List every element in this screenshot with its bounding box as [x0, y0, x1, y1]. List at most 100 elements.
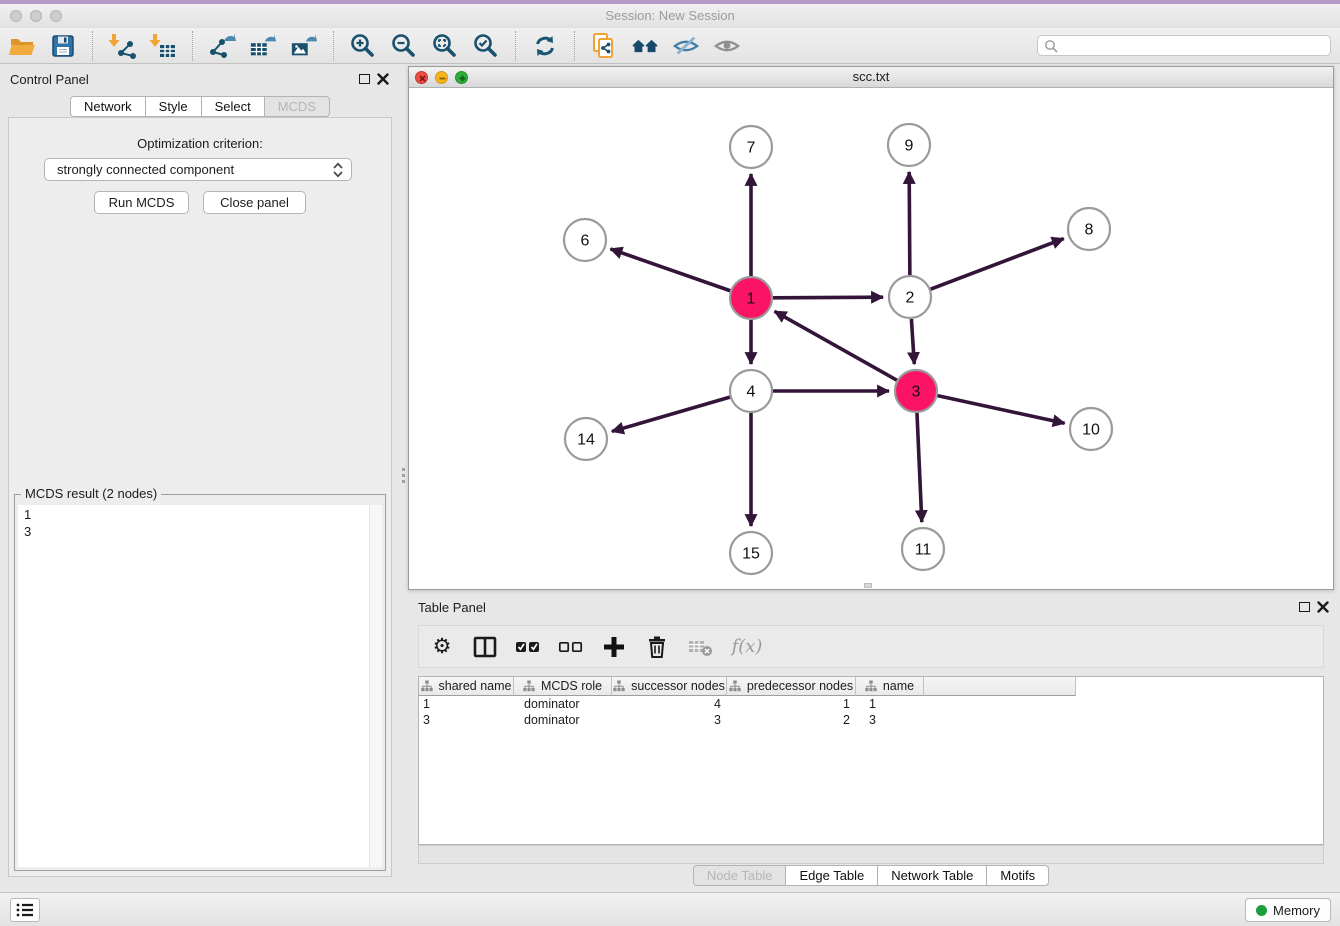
- tab-network[interactable]: Network: [70, 96, 146, 117]
- graph-edge-2-8[interactable]: [931, 239, 1064, 290]
- zoom-out-icon[interactable]: [390, 32, 418, 60]
- delete-table-icon[interactable]: [687, 634, 713, 660]
- clone-network-icon[interactable]: [590, 32, 618, 60]
- graph-node-7[interactable]: 7: [730, 126, 772, 168]
- task-history-button[interactable]: [10, 898, 40, 922]
- hide-panel-eye-icon[interactable]: [672, 32, 700, 60]
- table-cell[interactable]: dominator: [514, 713, 612, 727]
- column-header-MCDS-role[interactable]: MCDS role: [514, 677, 612, 696]
- table-settings-icon[interactable]: ⚙: [429, 634, 455, 660]
- memory-button[interactable]: Memory: [1245, 898, 1331, 922]
- open-session-icon[interactable]: [8, 32, 36, 60]
- column-sort-icon: [523, 680, 535, 692]
- refresh-view-icon[interactable]: [531, 32, 559, 60]
- export-table-icon[interactable]: [249, 32, 277, 60]
- control-panel-close-icon[interactable]: [377, 73, 389, 85]
- show-all-networks-icon[interactable]: [631, 32, 659, 60]
- table-panel-close-icon[interactable]: [1317, 601, 1329, 613]
- import-table-icon[interactable]: [149, 32, 177, 60]
- show-panel-eye-icon[interactable]: [713, 32, 741, 60]
- zoom-in-icon[interactable]: [349, 32, 377, 60]
- graph-edge-1-2[interactable]: [773, 297, 883, 298]
- table-cell[interactable]: 4: [612, 697, 727, 711]
- column-header-predecessor-nodes[interactable]: predecessor nodes: [727, 677, 856, 696]
- close-panel-button[interactable]: Close panel: [203, 191, 306, 214]
- list-icon: [15, 901, 35, 919]
- window-title: Session: New Session: [0, 8, 1340, 23]
- graph-node-14[interactable]: 14: [565, 418, 607, 460]
- graph-node-15[interactable]: 15: [730, 532, 772, 574]
- graph-node-11[interactable]: 11: [902, 528, 944, 570]
- control-panel-float-icon[interactable]: [359, 74, 370, 84]
- network-canvas[interactable]: 7 9 6 8 1 2 4 3 14 10 15 11: [409, 88, 1333, 589]
- deselect-all-icon[interactable]: [558, 634, 584, 660]
- column-header-successor-nodes[interactable]: successor nodes: [612, 677, 727, 696]
- table-cell[interactable]: 1: [727, 697, 856, 711]
- node-table: shared nameMCDS rolesuccessor nodesprede…: [418, 676, 1324, 845]
- mcds-result-box: MCDS result (2 nodes) 13: [14, 494, 386, 871]
- tab-network-table[interactable]: Network Table: [877, 865, 987, 886]
- table-panel-float-icon[interactable]: [1299, 602, 1310, 612]
- mcds-result-list[interactable]: 13: [18, 505, 369, 867]
- graph-node-10[interactable]: 10: [1070, 408, 1112, 450]
- search-box[interactable]: [1037, 35, 1331, 56]
- graph-node-6[interactable]: 6: [564, 219, 606, 261]
- table-row[interactable]: 3dominator323: [419, 712, 1323, 728]
- table-horizontal-scrollbar[interactable]: [418, 845, 1324, 864]
- graph-node-1[interactable]: 1: [730, 277, 772, 319]
- table-cell[interactable]: 3: [612, 713, 727, 727]
- graph-edge-2-9[interactable]: [909, 172, 910, 275]
- table-cell[interactable]: 2: [727, 713, 856, 727]
- table-cell[interactable]: 3: [419, 713, 514, 727]
- graph-edge-3-11[interactable]: [917, 413, 922, 522]
- network-resize-handle[interactable]: [864, 583, 872, 588]
- export-network-icon[interactable]: [208, 32, 236, 60]
- tab-mcds[interactable]: MCDS: [264, 96, 330, 117]
- graph-edge-3-1[interactable]: [775, 311, 897, 380]
- table-cell[interactable]: dominator: [514, 697, 612, 711]
- graph-node-2[interactable]: 2: [889, 276, 931, 318]
- import-network-icon[interactable]: [108, 32, 136, 60]
- criterion-select[interactable]: strongly connected component: [44, 158, 352, 181]
- mcds-result-scrollbar[interactable]: [369, 505, 382, 867]
- graph-edge-2-3[interactable]: [911, 319, 914, 364]
- graph-edge-1-6[interactable]: [610, 249, 730, 291]
- zoom-selected-icon[interactable]: [472, 32, 500, 60]
- delete-row-icon[interactable]: [644, 634, 670, 660]
- zoom-fit-icon[interactable]: [431, 32, 459, 60]
- column-sort-icon: [613, 680, 625, 692]
- graph-edge-4-14[interactable]: [612, 397, 730, 431]
- toolbar-separator: [192, 31, 193, 61]
- tab-edge-table[interactable]: Edge Table: [785, 865, 878, 886]
- columns-icon[interactable]: [472, 634, 498, 660]
- node-label: 4: [747, 384, 756, 401]
- tab-motifs[interactable]: Motifs: [986, 865, 1049, 886]
- panel-divider-handle[interactable]: [400, 462, 407, 488]
- table-panel-tabs: Node TableEdge TableNetwork TableMotifs: [408, 865, 1334, 887]
- tab-style[interactable]: Style: [145, 96, 202, 117]
- column-header-shared-name[interactable]: shared name: [419, 677, 514, 696]
- save-session-icon[interactable]: [49, 32, 77, 60]
- graph-node-3[interactable]: 3: [895, 370, 937, 412]
- table-cell[interactable]: 1: [419, 697, 514, 711]
- search-input[interactable]: [1058, 37, 1330, 54]
- apply-function-icon[interactable]: f(x): [730, 634, 764, 660]
- network-window-titlebar[interactable]: scc.txt: [409, 67, 1333, 88]
- table-row[interactable]: 1dominator411: [419, 696, 1323, 712]
- run-mcds-button[interactable]: Run MCDS: [94, 191, 189, 214]
- graph-node-4[interactable]: 4: [730, 370, 772, 412]
- graph-node-9[interactable]: 9: [888, 124, 930, 166]
- table-cell[interactable]: 3: [856, 713, 924, 727]
- tab-select[interactable]: Select: [201, 96, 265, 117]
- export-image-icon[interactable]: [290, 32, 318, 60]
- select-all-icon[interactable]: [515, 634, 541, 660]
- column-sort-icon: [729, 680, 741, 692]
- column-header-name[interactable]: name: [856, 677, 924, 696]
- table-cell[interactable]: 1: [856, 697, 924, 711]
- graph-node-8[interactable]: 8: [1068, 208, 1110, 250]
- node-label: 11: [915, 542, 932, 559]
- add-row-icon[interactable]: [601, 634, 627, 660]
- tab-node-table[interactable]: Node Table: [693, 865, 787, 886]
- graph-edge-3-10[interactable]: [937, 396, 1064, 424]
- memory-label: Memory: [1273, 903, 1320, 918]
